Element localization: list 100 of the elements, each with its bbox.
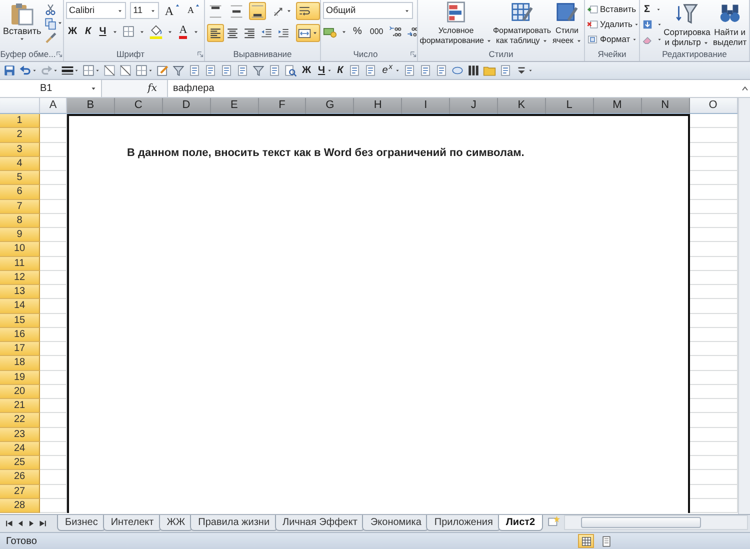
expand-icon[interactable] [740,84,750,94]
fill-down-icon[interactable] [642,19,653,30]
sheet-tab[interactable]: Интелект [102,515,162,531]
column-header[interactable]: E [210,98,259,114]
row-header[interactable]: 10 [0,242,40,256]
caret-icon[interactable] [542,38,548,44]
underline-button[interactable]: Ч [97,23,108,40]
row-header[interactable]: 6 [0,185,40,200]
row-header[interactable]: 12 [0,270,40,285]
scissors-icon[interactable] [44,2,58,16]
autosum-button[interactable]: Σ [642,2,652,17]
conditional-formatting-button[interactable]: Условное форматирование [418,1,494,48]
filter-icon[interactable] [252,64,265,77]
row-header[interactable]: 27 [0,484,40,499]
column-header[interactable]: F [258,98,306,114]
caret-icon[interactable] [528,68,533,73]
italic-button[interactable]: К [335,63,346,78]
sheet-tab[interactable]: Экономика [362,515,430,531]
border-icon[interactable] [135,64,148,77]
caret-icon[interactable] [486,38,492,44]
align-bottom-button[interactable] [249,2,266,20]
caret-icon[interactable] [703,40,710,46]
row-header[interactable]: 1 [0,114,40,128]
sheet-tab[interactable]: Бизнес [57,515,106,531]
caret-icon[interactable] [53,68,58,73]
row-header[interactable]: 15 [0,314,40,328]
find-select-button[interactable]: Найти и выделит [712,2,748,48]
document-icon[interactable] [434,64,448,77]
bold-button[interactable]: Ж [300,63,314,78]
sheet-tab[interactable]: Лист2 [498,515,544,531]
caret-icon[interactable] [139,28,146,34]
document-icon[interactable] [498,64,512,77]
row-header[interactable]: 28 [0,498,40,513]
caret-icon[interactable] [19,36,26,42]
bold-button[interactable]: Ж [66,23,80,40]
line-style-icon[interactable] [61,64,74,77]
row-header[interactable]: 18 [0,356,40,370]
column-header[interactable]: C [114,98,163,114]
ellipse-icon[interactable] [450,64,464,77]
vertical-scrollbar[interactable] [738,98,750,514]
column-header[interactable]: M [594,98,642,114]
caret-icon[interactable] [167,28,174,34]
caret-icon[interactable] [57,20,63,26]
row-header[interactable]: 23 [0,428,40,442]
font-color-button[interactable]: A [177,23,190,40]
border-icon[interactable] [122,25,136,38]
delete-cells-button[interactable]: Удалить [587,17,639,32]
caret-icon[interactable] [117,8,124,14]
column-header[interactable]: B [67,98,115,114]
diagonal-line-icon[interactable] [103,64,116,77]
column-header[interactable]: D [162,98,211,114]
row-header[interactable]: 14 [0,299,40,314]
fill-color-icon[interactable] [149,24,164,38]
align-left-button[interactable] [207,24,224,42]
caret-icon[interactable] [32,68,37,73]
caret-icon[interactable] [657,22,662,27]
sheet-tab[interactable]: Личная Эффект [274,515,366,531]
undo-icon[interactable] [19,64,32,77]
column-header[interactable]: O [690,98,738,114]
caret-icon[interactable] [90,85,97,92]
columns-icon[interactable] [466,64,480,77]
grow-font-button[interactable]: A [162,2,182,19]
row-header[interactable]: 19 [0,370,40,385]
row-header[interactable]: 21 [0,399,40,414]
copy-icon[interactable] [44,16,58,30]
caret-icon[interactable] [286,8,292,14]
column-header[interactable]: K [498,98,546,114]
exponent-button[interactable]: e$^{x}$ [380,63,395,78]
wrap-text-button[interactable] [296,2,320,20]
row-header[interactable]: 3 [0,142,40,157]
italic-button[interactable]: К [83,23,94,40]
pencil-icon[interactable] [156,64,169,77]
document-icon[interactable] [418,64,432,77]
caret-icon[interactable] [312,30,318,36]
row-header[interactable]: 4 [0,156,40,171]
insert-cells-button[interactable]: Вставить [587,2,639,17]
document-icon[interactable] [348,64,362,77]
save-icon[interactable] [3,64,16,77]
new-sheet-icon[interactable] [547,515,560,528]
underline-button[interactable]: Ч [316,63,328,78]
document-icon[interactable] [188,64,201,77]
row-header[interactable]: 7 [0,200,40,214]
paste-button[interactable]: Вставить [2,2,42,48]
column-header[interactable]: A [40,98,67,114]
border-icon[interactable] [82,64,95,77]
column-header[interactable]: G [306,98,354,114]
caret-icon[interactable] [150,8,156,14]
brush-icon[interactable] [44,30,58,44]
column-header[interactable]: H [354,98,402,114]
caret-icon[interactable] [632,37,638,42]
caret-icon[interactable] [656,7,662,12]
document-icon[interactable] [402,64,416,77]
column-header[interactable]: I [402,98,450,114]
dialog-launcher-icon[interactable] [410,51,417,58]
caret-icon[interactable] [95,68,100,73]
sheet-tab[interactable]: Приложения [426,515,501,531]
column-header[interactable]: N [642,98,690,114]
row-header[interactable]: 24 [0,442,40,456]
row-header[interactable]: 20 [0,384,40,399]
cell-styles-button[interactable]: Стили ячеек [550,1,584,48]
